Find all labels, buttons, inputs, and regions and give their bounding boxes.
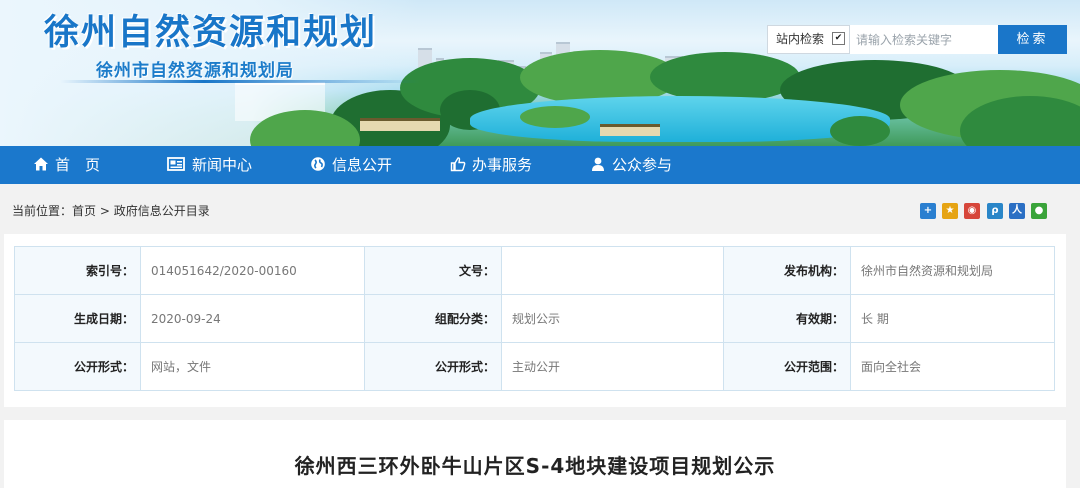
search-button[interactable]: 检索 [998, 25, 1067, 54]
plus-share-icon[interactable]: + [920, 203, 936, 219]
breadcrumb: 当前位置：首页 > 政府信息公开目录 [12, 202, 210, 219]
banner-island [520, 106, 590, 128]
newspaper-icon [167, 157, 185, 171]
nav-item-label: 信息公开 [332, 156, 393, 174]
banner-tree [650, 52, 800, 102]
banner-pavilion [360, 118, 440, 131]
main-nav: 首 页 新闻中心 信息公开 办事服务 公众参与 [0, 146, 1080, 184]
info-panel: 索引号： 014051642/2020-00160 文号： 发布机构： 徐州市自… [4, 234, 1066, 407]
article-panel: 徐州西三环外卧牛山片区S-4地块建设项目规划公示 [4, 420, 1066, 488]
nav-item-participation[interactable]: 公众参与 [590, 146, 672, 184]
info-label: 公开范围： [723, 342, 851, 391]
search-input[interactable] [850, 25, 998, 54]
nav-item-label: 办事服务 [472, 156, 533, 174]
nav-item-home[interactable]: 首 页 [33, 146, 100, 184]
info-label: 生成日期： [14, 294, 141, 343]
info-label: 公开形式： [364, 342, 502, 391]
info-value: 网站，文件 [140, 342, 365, 391]
info-label: 文号： [364, 246, 502, 295]
nav-item-label: 首 页 [55, 156, 101, 174]
info-value: 长 期 [850, 294, 1055, 343]
nav-item-label: 公众参与 [612, 156, 673, 174]
search-scope-select[interactable]: 站内检索 ✔ [767, 25, 850, 54]
search-scope-label: 站内检索 [776, 32, 825, 46]
breadcrumb-prefix: 当前位置： [12, 204, 73, 218]
table-row: 公开形式： 网站，文件 公开形式： 主动公开 公开范围： 面向全社会 [14, 342, 1055, 391]
info-label: 发布机构： [723, 246, 851, 295]
article-title: 徐州西三环外卧牛山片区S-4地块建设项目规划公示 [294, 454, 776, 478]
nav-item-service[interactable]: 办事服务 [450, 146, 532, 184]
info-label: 有效期： [723, 294, 851, 343]
nav-item-news[interactable]: 新闻中心 [166, 146, 252, 184]
info-value: 规划公示 [501, 294, 724, 343]
home-icon [34, 157, 48, 171]
thumbs-up-icon [450, 157, 466, 172]
site-logo-subtitle: 徐州市自然资源和规划局 [96, 61, 294, 81]
user-icon [592, 157, 604, 171]
table-row: 索引号： 014051642/2020-00160 文号： 发布机构： 徐州市自… [14, 246, 1055, 295]
site-search: 站内检索 ✔ 检索 [767, 25, 1067, 54]
info-value: 徐州市自然资源和规划局 [850, 246, 1055, 295]
nav-item-info[interactable]: 信息公开 [310, 146, 392, 184]
info-label: 索引号： [14, 246, 141, 295]
breadcrumb-separator: > [99, 204, 110, 218]
banner-tree [830, 116, 890, 146]
chevron-down-icon: ✔ [832, 32, 845, 45]
weibo-icon[interactable]: ◉ [964, 203, 980, 219]
renren-icon[interactable]: 人 [1009, 203, 1025, 219]
info-value: 014051642/2020-00160 [140, 246, 365, 295]
info-value: 主动公开 [501, 342, 724, 391]
header-banner: 徐州自然资源和规划 徐州市自然资源和规划局 站内检索 ✔ 检索 [0, 0, 1080, 146]
qzone-icon[interactable]: ★ [942, 203, 958, 219]
banner-pavilion [600, 124, 660, 136]
breadcrumb-current[interactable]: 政府信息公开目录 [114, 204, 210, 218]
table-row: 生成日期： 2020-09-24 组配分类： 规划公示 有效期： 长 期 [14, 294, 1055, 343]
site-logo-title[interactable]: 徐州自然资源和规划 [44, 4, 377, 55]
info-label: 组配分类： [364, 294, 502, 343]
info-value: 面向全社会 [850, 342, 1055, 391]
wechat-icon[interactable]: ● [1031, 203, 1047, 219]
info-value: 2020-09-24 [140, 294, 365, 343]
breadcrumb-home-link[interactable]: 首页 [72, 204, 96, 218]
nav-item-label: 新闻中心 [192, 156, 253, 174]
info-label: 公开形式： [14, 342, 141, 391]
tencent-weibo-icon[interactable]: ρ [987, 203, 1003, 219]
info-value [501, 246, 724, 295]
info-table: 索引号： 014051642/2020-00160 文号： 发布机构： 徐州市自… [14, 246, 1055, 391]
globe-icon [311, 157, 325, 171]
